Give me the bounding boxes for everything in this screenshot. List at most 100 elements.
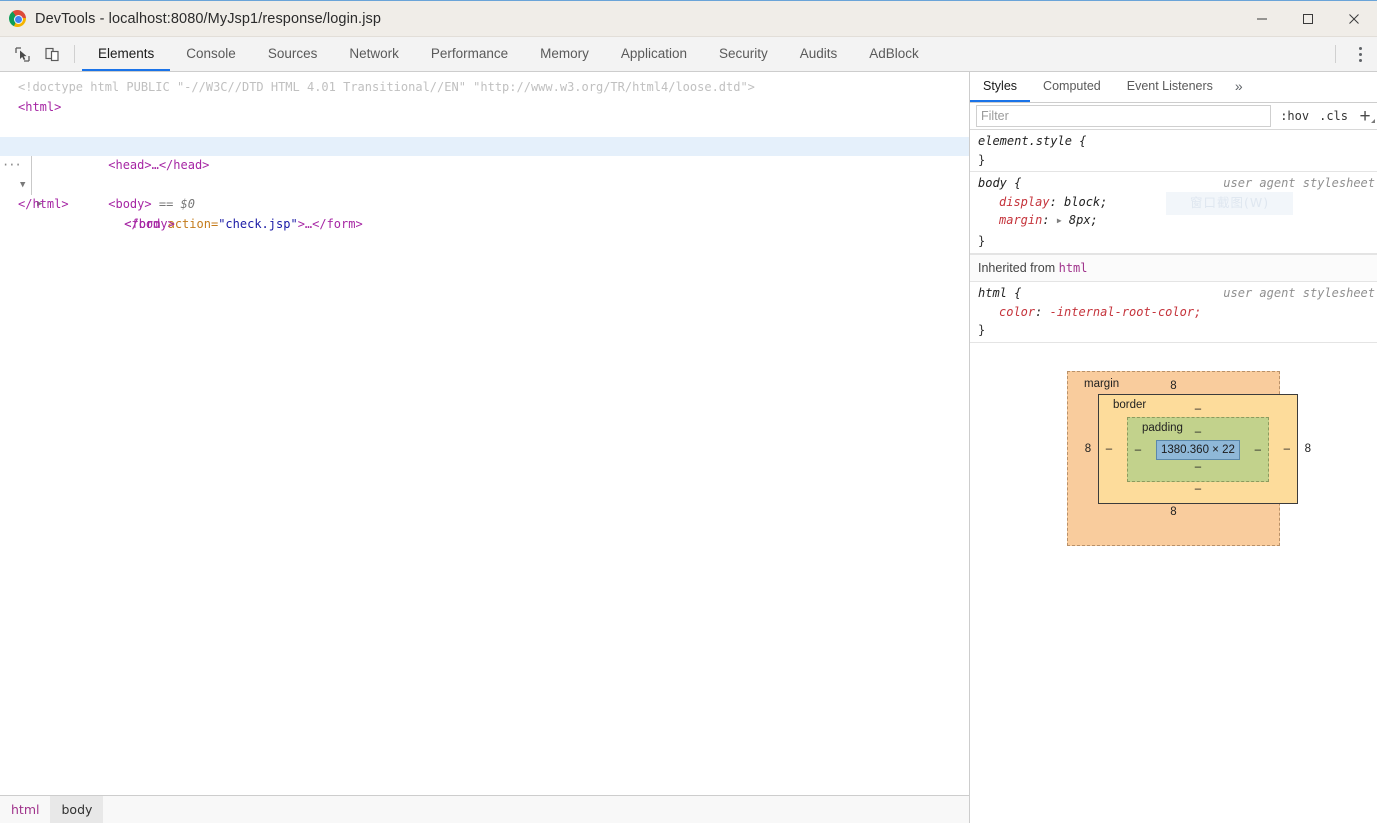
tab-label: Application <box>620 45 687 61</box>
box-model-margin-bottom[interactable]: 8 <box>1078 504 1269 520</box>
tab-performance[interactable]: Performance <box>415 37 524 71</box>
rule-selector[interactable]: element.style { <box>978 132 1377 151</box>
device-toolbar-icon[interactable] <box>37 37 67 71</box>
inherited-from-section-header: Inherited from html <box>970 253 1377 283</box>
tab-elements[interactable]: Elements <box>82 37 171 71</box>
pane-splitter[interactable] <box>969 72 970 823</box>
box-model-border-left[interactable]: – <box>1099 443 1119 455</box>
tab-adblock[interactable]: AdBlock <box>853 37 935 71</box>
box-model-border[interactable]: border – – padding – – 1380.360 × 22 – –… <box>1098 393 1298 504</box>
dom-tree[interactable]: <!doctype html PUBLIC "-//W3C//DTD HTML … <box>0 72 969 795</box>
tab-label: Security <box>718 45 768 61</box>
declaration-name[interactable]: margin <box>999 213 1042 227</box>
toolbar-divider-right <box>1335 45 1336 63</box>
declaration-color[interactable]: color: -internal-root-color; <box>978 303 1377 322</box>
box-model-margin-right[interactable]: 8 <box>1298 443 1318 455</box>
styles-rules-list: element.style { } user agent stylesheet … <box>970 130 1377 343</box>
rule-close-brace: } <box>978 152 986 167</box>
body-close-tag: </body> <box>124 216 175 231</box>
tab-label: Sources <box>267 45 318 61</box>
rule-origin: user agent stylesheet <box>1223 176 1375 191</box>
box-model-padding-left[interactable]: – <box>1128 444 1148 456</box>
tab-application[interactable]: Application <box>605 37 703 71</box>
form-tail: >…</form> <box>297 216 363 231</box>
declaration-colon: : <box>1035 304 1050 319</box>
toolbar-divider <box>74 45 75 63</box>
styles-filter-bar: :hov .cls + <box>970 103 1377 130</box>
breadcrumb-item-html[interactable]: html <box>0 796 50 823</box>
toggle-pseudo-states-button[interactable]: :hov <box>1275 109 1314 123</box>
declaration-value[interactable]: 8px; <box>1069 213 1098 227</box>
breadcrumb-item-body[interactable]: body <box>50 796 104 823</box>
inspect-element-icon[interactable] <box>7 37 37 71</box>
declaration-display[interactable]: display: block; <box>978 193 1377 212</box>
dom-node-html-close[interactable]: </html> <box>0 195 969 215</box>
box-model-content-size[interactable]: 1380.360 × 22 <box>1156 439 1240 460</box>
tab-network[interactable]: Network <box>333 37 415 71</box>
close-button[interactable] <box>1331 1 1377 36</box>
style-rule-body[interactable]: user agent stylesheet 窗口截图(W) body { dis… <box>970 172 1377 254</box>
element-classes-button[interactable]: .cls <box>1314 109 1353 123</box>
minimize-button[interactable] <box>1239 1 1285 36</box>
style-rule-element-style[interactable]: element.style { } <box>970 130 1377 173</box>
tab-label: Elements <box>98 45 155 61</box>
declaration-margin[interactable]: margin: ▶ 8px; <box>978 211 1377 232</box>
rule-origin: user agent stylesheet <box>1223 286 1375 301</box>
box-model-border-bottom[interactable]: – <box>1099 482 1297 497</box>
html-close-tag: </html> <box>18 197 69 211</box>
inherited-label: Inherited from <box>978 260 1056 275</box>
dom-node-body-close[interactable]: </body> <box>0 175 969 231</box>
dom-tree-pane: <!doctype html PUBLIC "-//W3C//DTD HTML … <box>0 72 970 823</box>
box-model-margin[interactable]: margin 8 8 border – – padding – – 1380.3… <box>1067 370 1311 546</box>
window-title: DevTools - localhost:8080/MyJsp1/respons… <box>35 10 382 27</box>
tab-console[interactable]: Console <box>170 37 252 71</box>
panel-tabs: Elements Console Sources Network Perform… <box>82 37 1328 71</box>
tab-label: AdBlock <box>869 45 919 61</box>
chrome-logo-icon <box>9 10 26 27</box>
form-attr-value: "check.jsp" <box>218 216 298 231</box>
expand-shorthand-icon[interactable]: ▶ <box>1057 212 1062 231</box>
chevron-double-right-icon[interactable]: » <box>1226 72 1252 102</box>
devtools-window: DevTools - localhost:8080/MyJsp1/respons… <box>0 0 1377 823</box>
tree-guide-line <box>31 156 32 176</box>
declaration-value[interactable]: block; <box>1064 195 1107 209</box>
tab-security[interactable]: Security <box>703 37 784 71</box>
more-options-icon[interactable] <box>1343 37 1377 71</box>
new-style-rule-button[interactable]: + <box>1353 107 1377 126</box>
tab-memory[interactable]: Memory <box>524 37 605 71</box>
box-model-margin-left[interactable]: 8 <box>1078 443 1098 455</box>
dom-node-body[interactable]: ··· ▼ <body> == $0 <box>0 136 969 211</box>
tab-computed[interactable]: Computed <box>1030 72 1114 102</box>
box-model-margin-label: margin <box>1084 377 1120 390</box>
declaration-name[interactable]: display <box>999 195 1050 209</box>
box-model-padding-label: padding <box>1142 421 1183 434</box>
tab-sources[interactable]: Sources <box>252 37 334 71</box>
box-model-padding[interactable]: padding – – 1380.360 × 22 – – <box>1127 416 1269 482</box>
box-model-border-label: border <box>1113 398 1147 411</box>
title-bar: DevTools - localhost:8080/MyJsp1/respons… <box>0 1 1377 37</box>
declaration-colon: : <box>1049 194 1065 209</box>
breadcrumb: html body <box>0 795 969 823</box>
declaration-value[interactable]: -internal-root-color; <box>1050 305 1202 319</box>
box-model-border-row: – padding – – 1380.360 × 22 – – – <box>1099 416 1297 482</box>
maximize-button[interactable] <box>1285 1 1331 36</box>
dom-node-html-open[interactable]: <html> <box>0 98 969 118</box>
box-model-padding-right[interactable]: – <box>1248 444 1268 456</box>
dom-node-doctype[interactable]: <!doctype html PUBLIC "-//W3C//DTD HTML … <box>0 78 969 98</box>
dom-node-head[interactable]: ▶ <head>…</head> <box>0 117 969 173</box>
tab-label: Event Listeners <box>1126 79 1213 93</box>
tab-event-listeners[interactable]: Event Listeners <box>1114 72 1226 102</box>
box-model-border-right[interactable]: – <box>1277 443 1297 455</box>
tab-audits[interactable]: Audits <box>784 37 854 71</box>
tab-label: Console <box>186 45 236 61</box>
style-rule-html[interactable]: user agent stylesheet html { color: -int… <box>970 282 1377 343</box>
tab-label: Audits <box>799 45 838 61</box>
tab-styles[interactable]: Styles <box>970 72 1031 102</box>
styles-filter-input[interactable] <box>976 105 1272 127</box>
window-controls <box>1239 1 1377 36</box>
styles-sidebar-tabs: Styles Computed Event Listeners » <box>970 72 1377 103</box>
declaration-name[interactable]: color <box>999 305 1035 319</box>
box-model-padding-bottom[interactable]: – <box>1128 460 1268 475</box>
tab-label: Network <box>349 45 399 61</box>
dom-node-form[interactable]: ▶ <form action="check.jsp">…</form> <box>0 156 969 231</box>
